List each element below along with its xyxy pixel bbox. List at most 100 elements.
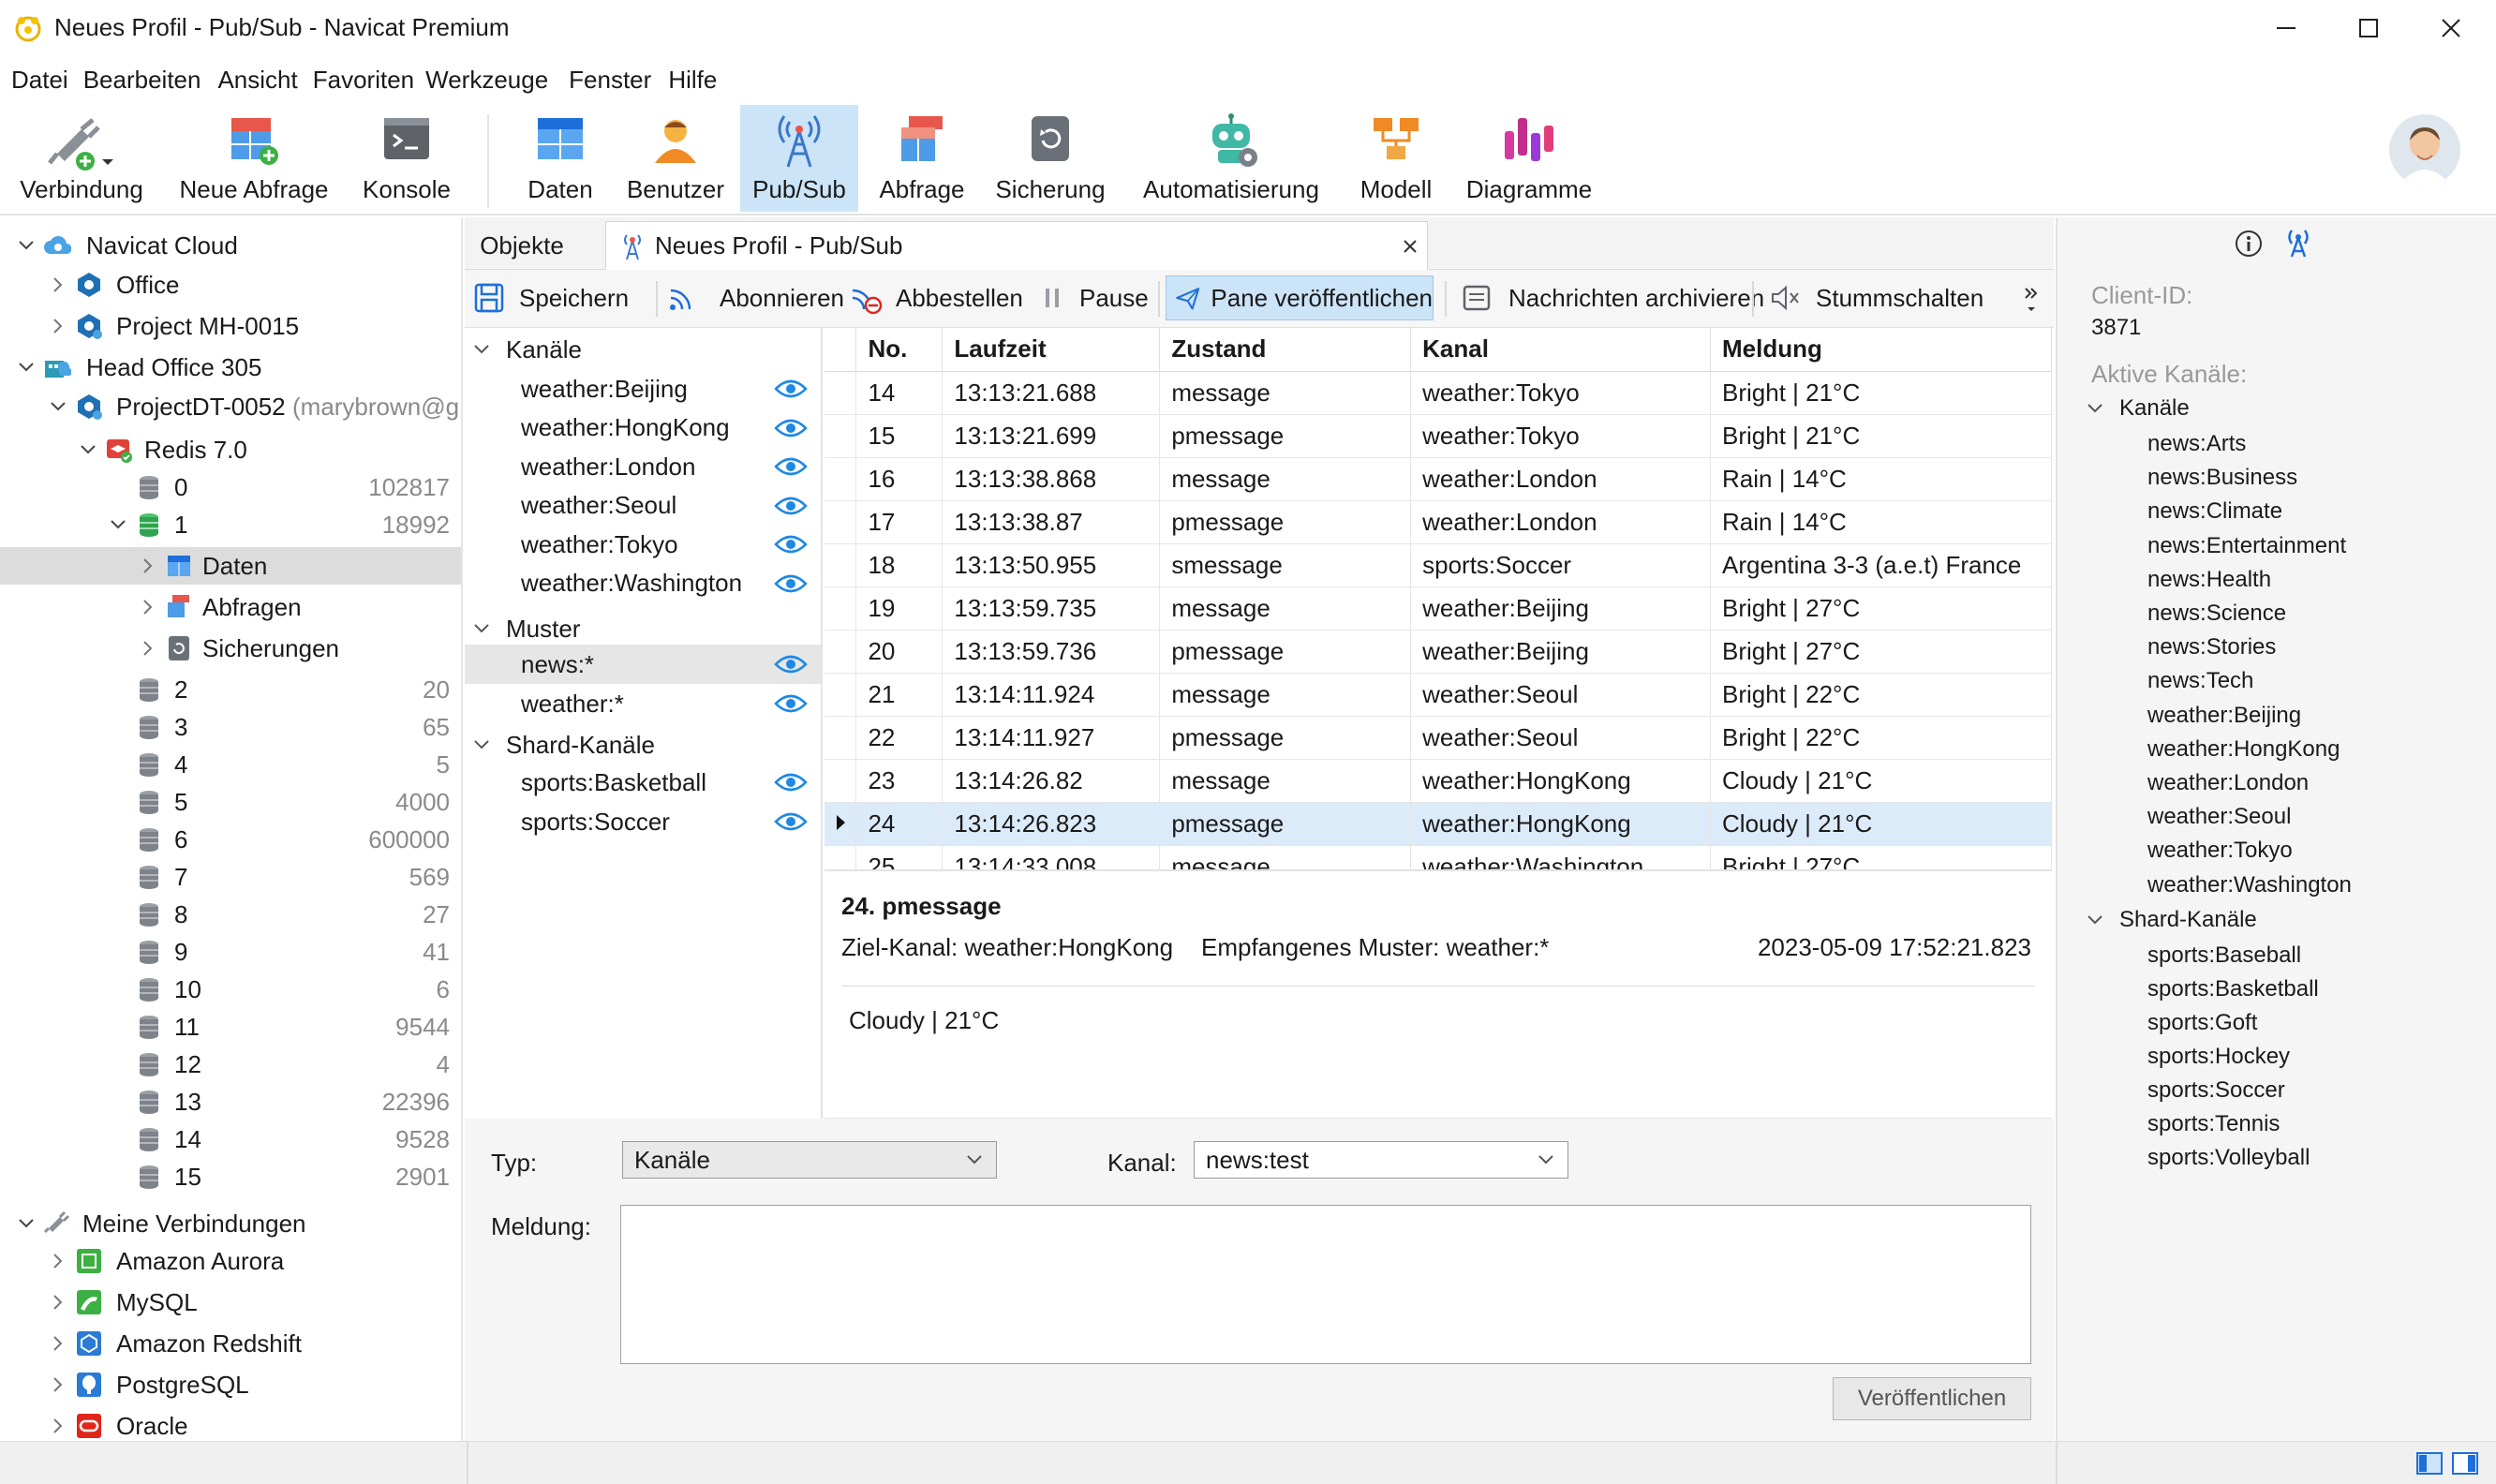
tree-navicat-cloud[interactable]: Navicat Cloud [0,227,461,264]
channel-item[interactable]: weather:HongKong [465,408,821,448]
group-muster[interactable]: Muster [465,609,821,648]
save-button[interactable]: Speichern [472,275,629,320]
chevron-down-icon[interactable] [2086,399,2104,418]
archive-button[interactable]: Nachrichten archivieren [1460,275,1764,320]
unsubscribe-button[interactable]: Abbestellen [849,275,1023,320]
info-icon[interactable] [2234,229,2264,259]
tree-db-item[interactable]: 12 4 [0,1046,461,1083]
pubsub-button[interactable]: Pub/Sub [740,105,858,212]
backup-button[interactable]: Sicherung [989,105,1111,212]
mute-button[interactable]: Stummschalten [1769,275,1983,320]
tree-db-item[interactable]: 10 6 [0,971,461,1008]
column-header-kanal[interactable]: Kanal [1410,328,1712,372]
tree-my-connections[interactable]: Meine Verbindungen [0,1205,461,1242]
tab-objects[interactable]: Objekte [470,221,573,270]
table-row[interactable]: 14 13:13:21.688 message weather:Tokyo Bright… [825,371,2052,415]
column-header-zustand[interactable]: Zustand [1159,328,1412,372]
tree-db-item[interactable]: 5 4000 [0,783,461,821]
eye-icon[interactable] [774,572,808,595]
query-button[interactable]: Abfrage [869,105,974,212]
tree-amazon-aurora[interactable]: Amazon Aurora [0,1242,461,1280]
maximize-button[interactable] [2327,0,2410,56]
tree-db-item[interactable]: 2 20 [0,671,461,708]
tree-db-item[interactable]: 14 9528 [0,1120,461,1158]
menu-datei[interactable]: Datei [0,60,80,101]
channel-item[interactable]: weather:* [465,684,821,723]
eye-icon[interactable] [774,417,808,439]
column-header-laufzeit[interactable]: Laufzeit [942,328,1161,372]
channel-item[interactable]: weather:Washington [465,564,821,603]
tree-db-item[interactable]: 8 27 [0,896,461,933]
users-button[interactable]: Benutzer [622,105,729,212]
table-row[interactable]: 16 13:13:38.868 message weather:London Rain … [825,457,2052,501]
tree-abfragen[interactable]: Abfragen [0,588,461,626]
close-button[interactable] [2410,0,2492,56]
table-row[interactable]: 20 13:13:59.736 pmessage weather:Beijing Bri… [825,630,2052,674]
automation-button[interactable]: Automatisierung [1134,105,1329,212]
table-row[interactable]: 23 13:14:26.82 message weather:HongKong Clou… [825,759,2052,803]
eye-icon[interactable] [774,455,808,478]
console-button[interactable]: Konsole [352,105,461,212]
eye-icon[interactable] [774,810,808,833]
menu-fenster[interactable]: Fenster [559,60,662,101]
connection-button[interactable]: Verbindung [7,105,156,212]
tab-pubsub-profile[interactable]: Neues Profil - Pub/Sub [605,221,1428,270]
toolbar-overflow-button[interactable] [2020,275,2043,320]
tree-daten[interactable]: Daten [0,547,461,585]
message-input[interactable] [620,1205,2031,1364]
tree-redis[interactable]: Redis 7.0 [0,431,461,468]
group-kanaele[interactable]: Kanäle [465,330,821,369]
layout-right-icon[interactable] [2451,1449,2479,1477]
tree-db-1[interactable]: 1 18992 [0,506,461,543]
tree-project-mh[interactable]: Project MH-0015 [0,307,461,345]
channel-item[interactable]: sports:Basketball [465,763,821,802]
tree-db-item[interactable]: 45 [0,746,461,783]
model-button[interactable]: Modell [1349,105,1443,212]
channel-item[interactable]: weather:Tokyo [465,525,821,564]
type-select[interactable]: Kanäle [622,1141,997,1179]
charts-button[interactable]: Diagramme [1462,105,1597,212]
tree-db-item[interactable]: 9 41 [0,933,461,971]
channel-select[interactable]: news:test [1194,1141,1568,1179]
menu-favoriten[interactable]: Favoriten [309,60,425,101]
publish-pane-button[interactable]: Pane veröffentlichen [1166,275,1434,320]
menu-ansicht[interactable]: Ansicht [212,60,308,101]
table-row[interactable]: 25 13:14:33.008 message weather:Washington B… [825,845,2052,869]
tree-db-item[interactable]: 13 22396 [0,1083,461,1120]
tree-postgresql[interactable]: PostgreSQL [0,1366,461,1403]
table-row[interactable]: 18 13:13:50.955 smessage sports:Soccer Argen… [825,543,2052,587]
channel-item[interactable]: weather:Seoul [465,486,821,526]
channel-item[interactable]: weather:Beijing [465,369,821,408]
menu-bearbeiten[interactable]: Bearbeiten [80,60,213,101]
close-tab-icon[interactable] [1401,237,1419,256]
new-query-button[interactable]: Neue Abfrage [174,105,334,212]
tree-db-item[interactable]: 15 2901 [0,1158,461,1195]
menu-hilfe[interactable]: Hilfe [662,60,728,101]
channel-item[interactable]: sports:Soccer [465,802,821,841]
minimize-button[interactable] [2245,0,2327,56]
table-row[interactable]: 17 13:13:38.87 pmessage weather:London Rain … [825,500,2052,544]
menu-werkzeuge[interactable]: Werkzeuge [425,60,559,101]
user-avatar[interactable] [2389,114,2460,186]
table-row[interactable]: 21 13:14:11.924 message weather:Seoul Bright… [825,673,2052,717]
antenna-icon[interactable] [2282,227,2314,259]
tree-db-item[interactable]: 7 569 [0,858,461,896]
subscribe-button[interactable]: Abonnieren [665,275,844,320]
tree-db-item[interactable]: 3 65 [0,708,461,746]
table-row[interactable]: 15 13:13:21.699 pmessage weather:Tokyo Brigh… [825,414,2052,458]
tree-amazon-redshift[interactable]: Amazon Redshift [0,1325,461,1362]
eye-icon[interactable] [774,495,808,517]
eye-icon[interactable] [774,378,808,400]
publish-button[interactable]: Veröffentlichen [1833,1377,2031,1420]
column-header-no[interactable]: No. [855,328,943,372]
tree-head-office[interactable]: Head Office 305 [0,349,461,386]
eye-icon[interactable] [774,533,808,556]
layout-left-icon[interactable] [2415,1449,2444,1477]
tree-oracle[interactable]: Oracle [0,1407,461,1441]
column-header-meldung[interactable]: Meldung [1710,328,2052,372]
table-row[interactable]: 24 13:14:26.823 pmessage weather:HongKong Cl… [825,802,2052,846]
tree-mysql[interactable]: MySQL [0,1284,461,1321]
table-row[interactable]: 19 13:13:59.735 message weather:Beijing Brig… [825,586,2052,631]
group-shard[interactable]: Shard-Kanäle [465,725,821,764]
tree-project-dt[interactable]: ProjectDT-0052 (marybrown@g [0,388,461,425]
